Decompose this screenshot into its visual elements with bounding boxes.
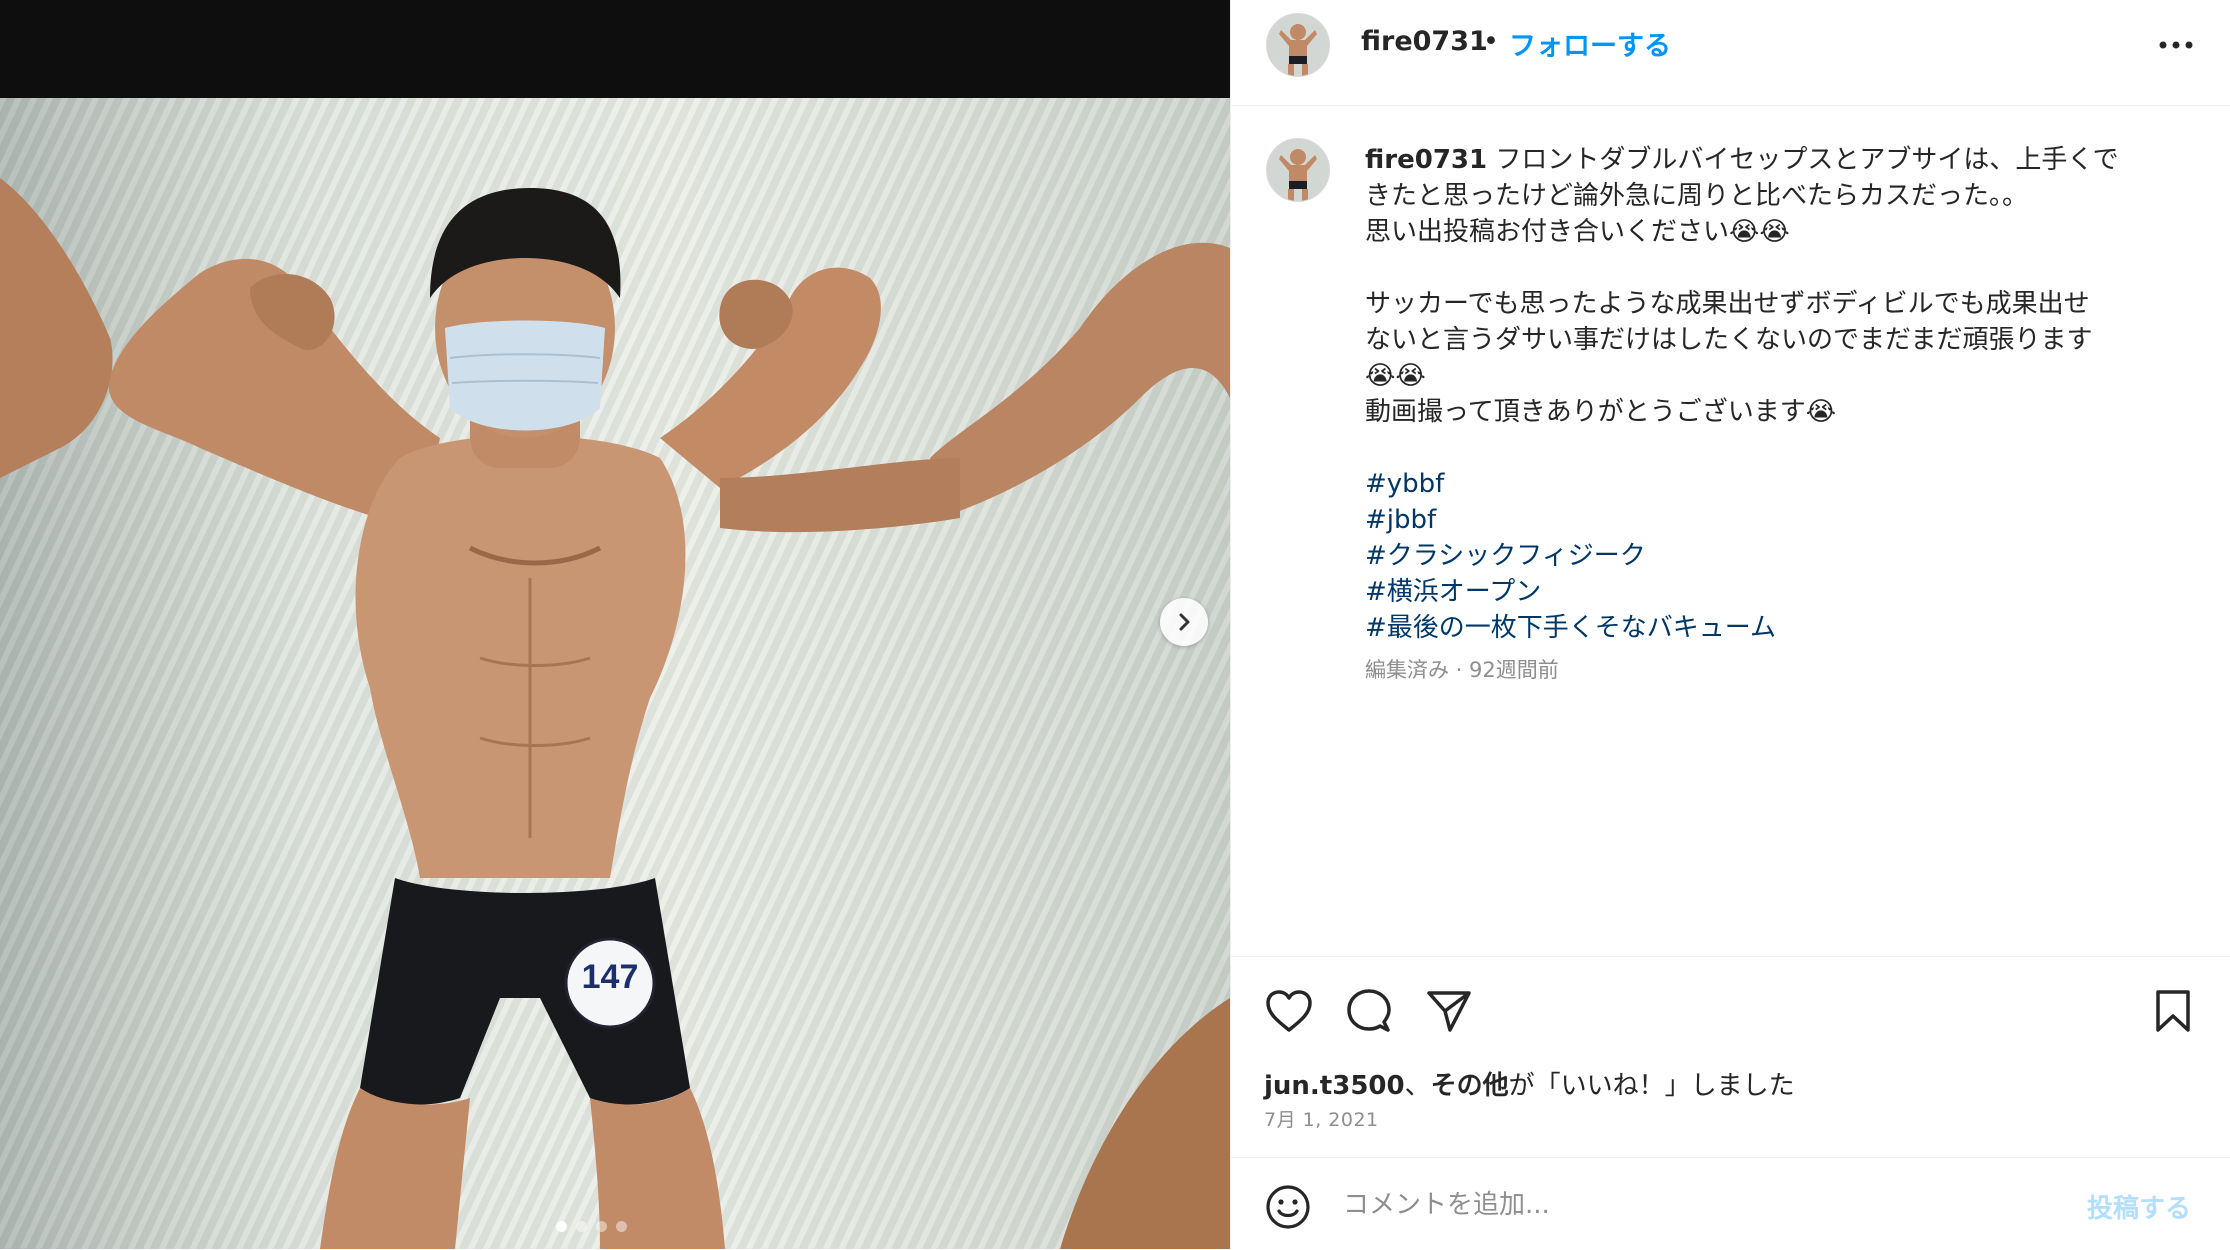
post-caption: fire0731 フロントダブルバイセップスとアブサイは、上手くで きたと思った… <box>1231 106 2230 956</box>
emoji-button[interactable] <box>1265 1184 1311 1230</box>
caption-text-line: きたと思ったけど論外急に周りと比べたらカスだった。。 <box>1365 181 2029 211</box>
profile-avatar-image <box>1267 139 1329 201</box>
header-bullet: • <box>1483 26 1499 57</box>
liked-by-others[interactable]: その他 <box>1431 1071 1509 1101</box>
save-button[interactable] <box>2145 983 2201 1039</box>
caption-line: fire0731 フロントダブルバイセップスとアブサイは、上手くで <box>1365 142 2185 178</box>
likes-suffix: が「いいね！」しました <box>1508 1071 1795 1101</box>
likes-separator: 、 <box>1404 1071 1431 1101</box>
post-header: fire0731 • フォローする <box>1231 0 2230 106</box>
follow-button[interactable]: フォローする <box>1509 24 1671 63</box>
post-media: 147 <box>0 0 1230 1249</box>
carousel-next-button[interactable] <box>1160 598 1208 646</box>
caption-meta: 編集済み · 92週間前 <box>1365 658 1559 682</box>
liked-by-user[interactable]: jun.t3500 <box>1264 1071 1405 1101</box>
comment-input[interactable] <box>1341 1182 2025 1228</box>
carousel-indicator <box>556 1221 627 1232</box>
caption-text-line: 😭😭 <box>1365 361 1426 391</box>
hashtag-link[interactable]: #横浜オープン <box>1365 574 2185 610</box>
heart-icon <box>1266 990 1312 1032</box>
post-photo[interactable]: 147 <box>0 98 1230 1249</box>
carousel-dot-1 <box>556 1221 567 1232</box>
chevron-right-icon <box>1179 613 1190 631</box>
bookmark-icon <box>2156 990 2190 1032</box>
more-horizontal-icon <box>2159 41 2193 49</box>
post-actions: jun.t3500、その他が「いいね！」しました 7月 1, 2021 <box>1231 956 2230 1157</box>
profile-avatar-image <box>1267 14 1329 76</box>
hashtag-link[interactable]: #クラシックフィジーク <box>1365 538 2185 574</box>
smiley-icon <box>1266 1185 1310 1229</box>
share-button[interactable] <box>1421 983 1477 1039</box>
avatar[interactable] <box>1266 138 1330 202</box>
post-side-panel: fire0731 • フォローする fire0731 フロントダブルバイセップス… <box>1230 0 2230 1249</box>
carousel-dot-2 <box>576 1221 587 1232</box>
comment-button[interactable] <box>1341 983 1397 1039</box>
post-comment-button[interactable]: 投稿する <box>2087 1188 2191 1225</box>
carousel-dot-3 <box>596 1221 607 1232</box>
competitor-number-badge: 147 <box>581 958 639 996</box>
avatar[interactable] <box>1266 13 1330 77</box>
likes-summary: jun.t3500、その他が「いいね！」しました <box>1264 1065 1795 1102</box>
hashtag-link[interactable]: #ybbf <box>1365 466 2185 502</box>
caption-text-line: ないと言うダサい事だけはしたくないのでまだまだ頑張ります <box>1365 325 2093 355</box>
header-username[interactable]: fire0731 <box>1361 26 1488 57</box>
caption-text-line: サッカーでも思ったような成果出せずボディビルでも成果出せ <box>1365 289 2090 319</box>
instagram-post: 147 fire0731 • フォローする fire0731 フロントダブルバイ… <box>0 0 2230 1249</box>
caption-text-line: フロントダブルバイセップスとアブサイは、上手くで <box>1495 145 2119 175</box>
caption-text-line: 思い出投稿お付き合いください😭😭 <box>1365 217 1790 247</box>
like-button[interactable] <box>1261 983 1317 1039</box>
caption-username[interactable]: fire0731 <box>1365 145 1487 175</box>
bodybuilder-photo-illustration <box>0 178 1230 1249</box>
paper-plane-icon <box>1427 991 1471 1032</box>
hashtag-link[interactable]: #jbbf <box>1365 502 2185 538</box>
comment-icon <box>1347 989 1391 1032</box>
comment-bar: 投稿する <box>1231 1157 2230 1250</box>
more-options-button[interactable] <box>2151 30 2201 60</box>
caption-text-line: 動画撮って頂きありがとうございます😭 <box>1365 397 1837 427</box>
caption-text: fire0731 フロントダブルバイセップスとアブサイは、上手くで きたと思った… <box>1365 142 2185 646</box>
post-date[interactable]: 7月 1, 2021 <box>1264 1105 1379 1132</box>
hashtag-link[interactable]: #最後の一枚下手くそなバキューム <box>1365 610 2185 646</box>
carousel-dot-4 <box>616 1221 627 1232</box>
